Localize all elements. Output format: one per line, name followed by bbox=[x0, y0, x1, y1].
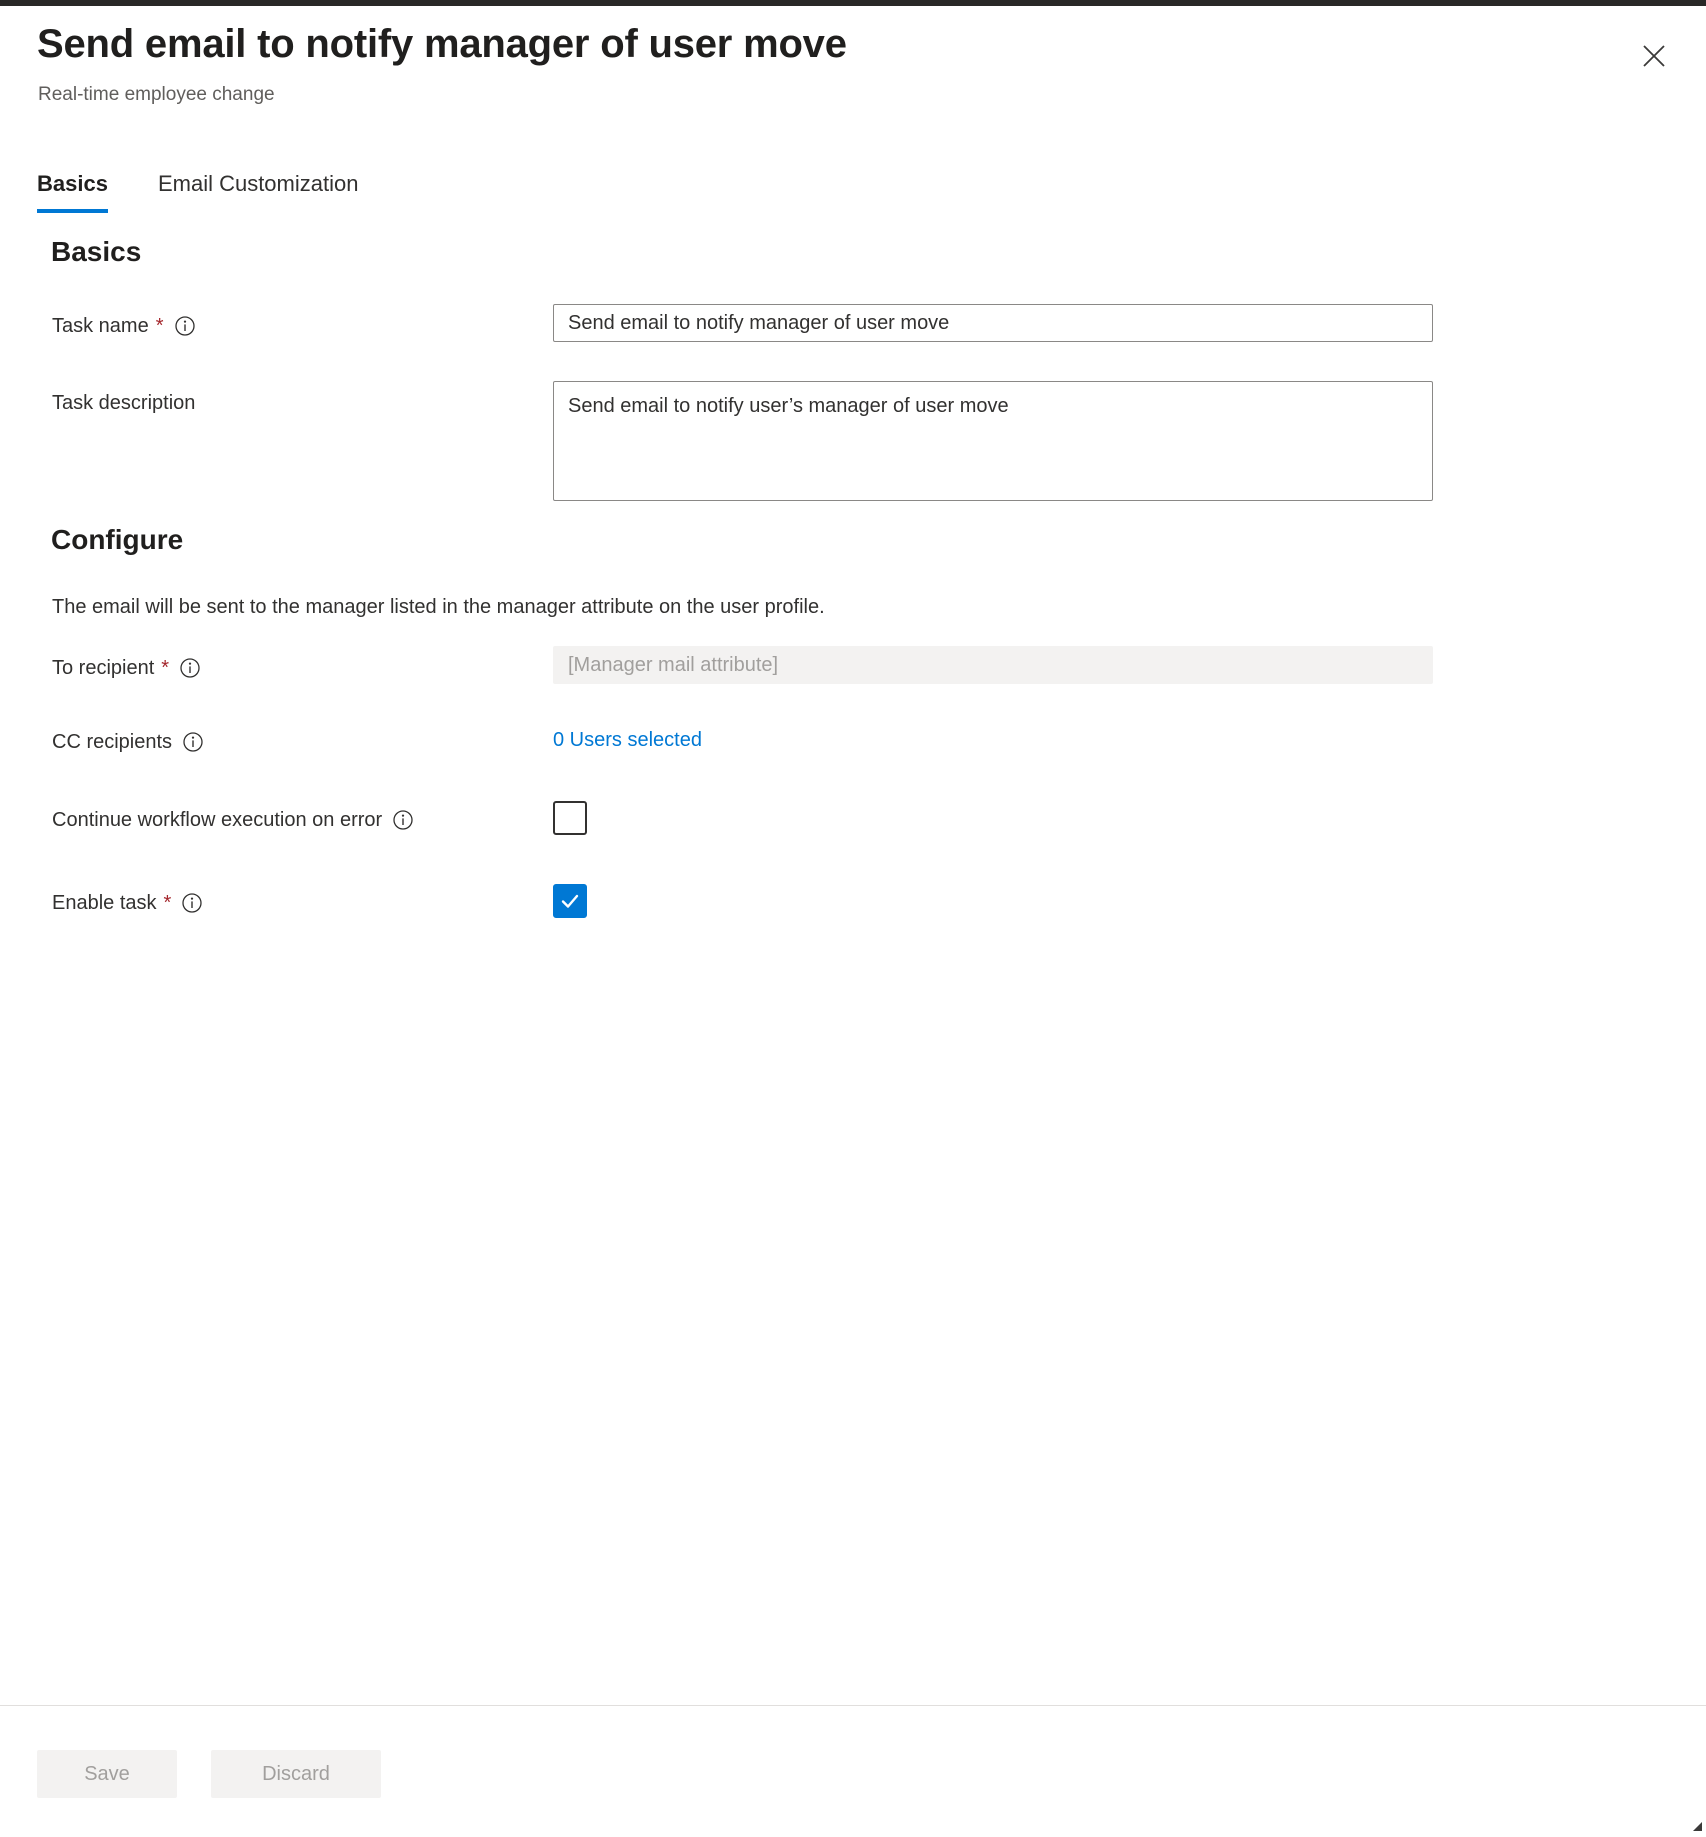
page-subtitle: Real-time employee change bbox=[38, 84, 275, 106]
task-name-label-text: Task name bbox=[52, 316, 149, 336]
configure-note: The email will be sent to the manager li… bbox=[52, 596, 825, 619]
continue-on-error-label-text: Continue workflow execution on error bbox=[52, 810, 382, 830]
enable-task-label: Enable task * bbox=[52, 892, 203, 914]
info-icon[interactable] bbox=[181, 892, 203, 914]
task-name-input[interactable] bbox=[553, 304, 1433, 342]
task-description-label: Task description bbox=[52, 393, 195, 413]
required-indicator: * bbox=[161, 658, 169, 678]
page-title: Send email to notify manager of user mov… bbox=[37, 22, 847, 67]
to-recipient-input bbox=[553, 646, 1433, 684]
enable-task-checkbox[interactable] bbox=[553, 884, 587, 918]
tab-basics-label: Basics bbox=[37, 171, 108, 196]
basics-section-heading: Basics bbox=[51, 236, 141, 268]
task-description-label-text: Task description bbox=[52, 393, 195, 413]
task-name-label: Task name * bbox=[52, 315, 196, 337]
enable-task-label-text: Enable task bbox=[52, 893, 157, 913]
continue-on-error-label: Continue workflow execution on error bbox=[52, 809, 414, 831]
required-indicator: * bbox=[164, 893, 172, 913]
resize-grip[interactable] bbox=[1689, 1818, 1703, 1832]
tab-basics[interactable]: Basics bbox=[37, 171, 108, 213]
tab-email-customization[interactable]: Email Customization bbox=[158, 171, 359, 213]
info-icon[interactable] bbox=[182, 731, 204, 753]
cc-recipients-label: CC recipients bbox=[52, 731, 204, 753]
cc-recipients-users-selected-link[interactable]: 0 Users selected bbox=[553, 729, 702, 752]
checkmark-icon bbox=[559, 890, 581, 912]
panel-footer: Save Discard bbox=[0, 1705, 1706, 1834]
task-configuration-panel: Send email to notify manager of user mov… bbox=[0, 6, 1706, 1834]
panel-header: Send email to notify manager of user mov… bbox=[0, 6, 1706, 146]
cc-recipients-label-text: CC recipients bbox=[52, 732, 172, 752]
to-recipient-label-text: To recipient bbox=[52, 658, 154, 678]
info-icon[interactable] bbox=[392, 809, 414, 831]
configure-section-heading: Configure bbox=[51, 524, 183, 556]
discard-button[interactable]: Discard bbox=[211, 1750, 381, 1798]
tab-list: Basics Email Customization bbox=[37, 171, 408, 213]
task-description-textarea[interactable]: Send email to notify user’s manager of u… bbox=[553, 381, 1433, 501]
to-recipient-label: To recipient * bbox=[52, 657, 201, 679]
continue-on-error-checkbox[interactable] bbox=[553, 801, 587, 835]
required-indicator: * bbox=[156, 316, 164, 336]
save-button[interactable]: Save bbox=[37, 1750, 177, 1798]
info-icon[interactable] bbox=[174, 315, 196, 337]
close-button[interactable] bbox=[1632, 34, 1676, 78]
info-icon[interactable] bbox=[179, 657, 201, 679]
tab-email-customization-label: Email Customization bbox=[158, 171, 359, 196]
close-icon bbox=[1641, 43, 1667, 69]
